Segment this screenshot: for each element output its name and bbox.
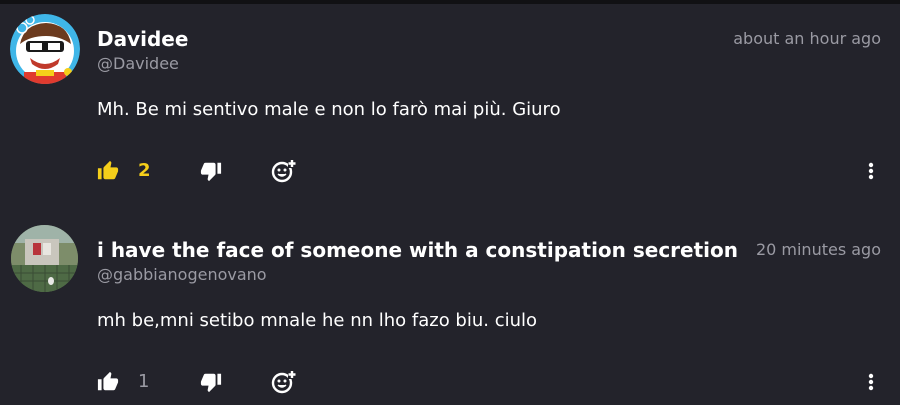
add-reaction-button[interactable] [269, 157, 297, 185]
more-options-button[interactable] [857, 157, 885, 185]
like-count: 2 [138, 160, 151, 181]
like-button[interactable] [94, 368, 122, 396]
avatar-davidee-image [10, 14, 80, 84]
comment-actions: 1 [0, 368, 900, 398]
add-reaction-icon [271, 159, 296, 183]
add-reaction-button[interactable] [269, 368, 297, 396]
username[interactable]: i have the face of someone with a consti… [97, 238, 738, 262]
comment-text: Mh. Be mi sentivo male e non lo farò mai… [97, 99, 561, 120]
avatar-gabbianogenovano-image [11, 225, 78, 292]
timestamp: about an hour ago [733, 29, 881, 48]
timestamp: 20 minutes ago [755, 240, 881, 259]
comment: Davidee @Davidee about an hour ago Mh. B… [0, 5, 900, 205]
user-handle[interactable]: @Davidee [97, 54, 179, 74]
comment-actions: 2 [0, 157, 900, 187]
username[interactable]: Davidee [97, 27, 188, 51]
more-vertical-icon [868, 162, 874, 180]
more-vertical-icon [868, 373, 874, 391]
thumbs-down-icon [200, 162, 222, 182]
avatar[interactable] [10, 14, 80, 84]
more-options-button[interactable] [857, 368, 885, 396]
like-count: 1 [138, 371, 150, 392]
top-divider [0, 0, 900, 4]
thumbs-up-icon [97, 160, 119, 180]
thumbs-down-icon [200, 373, 222, 393]
comment: i have the face of someone with a consti… [0, 216, 900, 405]
thumbs-up-icon [97, 371, 119, 391]
dislike-button[interactable] [197, 157, 225, 185]
user-handle[interactable]: @gabbianogenovano [97, 265, 267, 285]
dislike-button[interactable] [197, 368, 225, 396]
add-reaction-icon [271, 370, 296, 394]
comment-text: mh be,mni setibo mnale he nn lho fazo bi… [97, 310, 538, 331]
comments-page: Davidee @Davidee about an hour ago Mh. B… [0, 0, 900, 405]
like-button[interactable] [94, 157, 122, 185]
avatar[interactable] [11, 225, 78, 292]
